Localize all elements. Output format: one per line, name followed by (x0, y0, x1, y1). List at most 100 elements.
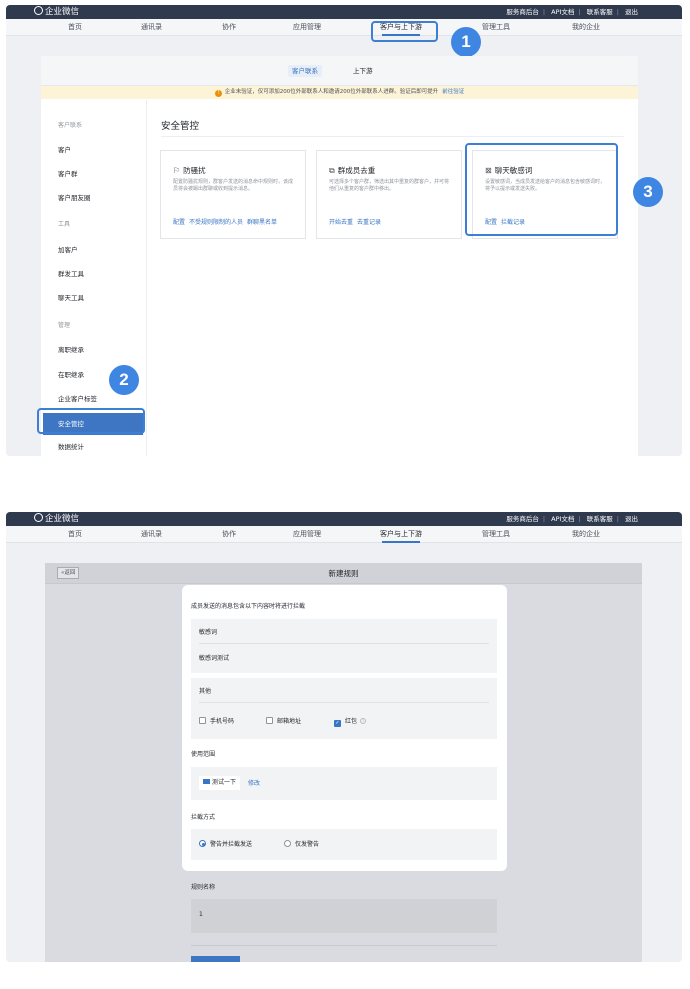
link-support[interactable]: 联系客服 (587, 515, 613, 523)
intercept-label: 成员发送的消息包含以下内容时将进行拦截 (191, 603, 306, 610)
main-nav: 首页 通讯录 协作 应用管理 客户与上下游 管理工具 我的企业 (6, 19, 682, 36)
sidebar-item-groups[interactable]: 客户群 (58, 169, 78, 179)
main-panel: 客户联系 上下游 ! 企业未验证，仅可添加200位外部联系人和邀请200位外部联系… (41, 56, 638, 456)
sidebar-item-moments[interactable]: 客户朋友圈 (58, 193, 91, 203)
screenshot-security-control: 企业微信 服务商后台 | API文档 | 联系客服 | 退出 首页 通讯录 协作 应用… (6, 5, 682, 456)
other-box: 其他 手机号码 邮箱地址 ✓ 红包? (191, 678, 497, 739)
radio-icon (284, 840, 291, 847)
rule-title: 新建规则 (328, 569, 359, 578)
rule-name-input[interactable]: 1 (191, 899, 497, 933)
app-name: 企业微信 (45, 514, 80, 524)
link-dedupe-log[interactable]: 去重记录 (357, 219, 381, 226)
link-configure[interactable]: 配置 (173, 219, 185, 226)
checkbox-label: 手机号码 (210, 718, 235, 725)
nav-apps[interactable]: 应用管理 (293, 529, 321, 540)
sensitive-words-label: 敏感词 (199, 629, 218, 636)
link-exempt-members[interactable]: 不受规则限制的人员 (189, 219, 243, 226)
sidebar-group-tools: 工具 (58, 221, 71, 228)
app-name: 企业微信 (45, 7, 80, 17)
link-api-docs[interactable]: API文档 (551, 8, 574, 16)
brand: 企业微信 (34, 6, 79, 18)
checkbox-icon (199, 717, 206, 724)
radio-warn-only[interactable]: 仅发警告 (284, 840, 319, 849)
step-badge-1: 1 (451, 27, 481, 57)
link-support[interactable]: 联系客服 (587, 8, 613, 16)
sidebar-item-stats[interactable]: 数据统计 (58, 442, 84, 452)
radio-warn-and-block[interactable]: 警告并拦截发送 (199, 840, 252, 849)
nav-home[interactable]: 首页 (68, 529, 82, 540)
scope-label: 使用范围 (191, 751, 216, 758)
link-blacklist[interactable]: 群聊黑名单 (247, 219, 277, 226)
checkbox-icon (266, 717, 273, 724)
main-nav: 首页 通讯录 协作 应用管理 客户与上下游 管理工具 我的企业 (6, 526, 682, 543)
page-title: 安全管控 (161, 121, 200, 132)
other-label: 其他 (199, 688, 212, 695)
nav-customers[interactable]: 客户与上下游 (380, 529, 422, 543)
top-links: 服务商后台 | API文档 | 联系客服 | 退出 (506, 8, 638, 16)
divider (161, 136, 624, 137)
nav-tools[interactable]: 管理工具 (482, 529, 510, 540)
link-provider-console[interactable]: 服务商后台 (506, 515, 539, 523)
sidebar-item-resign-transfer[interactable]: 离职继承 (58, 345, 84, 355)
sidebar-item-tags[interactable]: 企业客户标签 (58, 394, 97, 404)
nav-contacts[interactable]: 通讯录 (141, 22, 162, 33)
rule-name-label: 规则名称 (191, 884, 216, 891)
brand: 企业微信 (34, 513, 79, 525)
save-button[interactable] (191, 956, 240, 962)
verify-link[interactable]: 前往验证 (442, 89, 464, 95)
scope-tag: 测试一下 (199, 776, 241, 790)
nav-tools[interactable]: 管理工具 (482, 22, 510, 33)
nav-contacts[interactable]: 通讯录 (141, 529, 162, 540)
nav-apps[interactable]: 应用管理 (293, 22, 321, 33)
checkbox-email[interactable]: 邮箱地址 (266, 717, 301, 726)
card-links: 开始去重 去重记录 (329, 218, 385, 227)
top-links: 服务商后台 | API文档 | 联系客服 | 退出 (506, 515, 638, 523)
card-title: ⧉ 群成员去重 (329, 165, 375, 176)
link-start-dedupe[interactable]: 开始去重 (329, 219, 353, 226)
flag-icon: ⚐ (173, 166, 181, 175)
sidebar-item-customers[interactable]: 客户 (58, 145, 71, 155)
mode-box: 警告并拦截发送 仅发警告 (191, 829, 497, 860)
sidebar-item-onjob-transfer[interactable]: 在职继承 (58, 370, 84, 380)
divider (191, 945, 497, 946)
sidebar-item-broadcast[interactable]: 群发工具 (58, 269, 84, 279)
link-provider-console[interactable]: 服务商后台 (506, 8, 539, 16)
link-api-docs[interactable]: API文档 (551, 515, 574, 523)
nav-home[interactable]: 首页 (68, 22, 82, 33)
rule-header: «返回 新建规则 (45, 563, 642, 584)
sidebar-item-chat-tools[interactable]: 聊天工具 (58, 293, 84, 303)
nav-collab[interactable]: 协作 (222, 22, 236, 33)
screenshot-new-rule: 企业微信 服务商后台 | API文档 | 联系客服 | 退出 首页 通讯录 协作 应用… (6, 512, 682, 962)
nav-my-company[interactable]: 我的企业 (572, 529, 600, 540)
scope-tag-text: 测试一下 (212, 779, 237, 786)
sensitive-words-value[interactable]: 敏感词测试 (199, 654, 229, 663)
rule-form-card: 成员发送的消息包含以下内容时将进行拦截 敏感词 敏感词测试 其他 手机号码 邮箱… (182, 585, 507, 871)
rule-editor-area: «返回 新建规则 成员发送的消息包含以下内容时将进行拦截 敏感词 敏感词测试 其… (45, 563, 642, 962)
wecom-logo-icon (34, 6, 43, 15)
link-logout[interactable]: 退出 (625, 8, 638, 16)
tab-upstream[interactable]: 上下游 (349, 65, 377, 77)
sidebar-item-add-customer[interactable]: 加客户 (58, 245, 78, 255)
card-title-text: 防骚扰 (183, 166, 206, 175)
checkbox-phone[interactable]: 手机号码 (199, 717, 234, 726)
help-icon[interactable]: ? (360, 718, 367, 724)
divider (199, 643, 489, 644)
checkbox-red-packet[interactable]: ✓ 红包? (334, 717, 367, 727)
radio-label: 警告并拦截发送 (210, 841, 253, 848)
card-title: ⚐ 防骚扰 (173, 165, 206, 176)
tab-customer-contact[interactable]: 客户联系 (288, 65, 322, 77)
nav-my-company[interactable]: 我的企业 (572, 22, 600, 33)
highlight-nav (371, 21, 438, 42)
checkbox-checked-icon: ✓ (334, 720, 341, 727)
sidebar-group-contact: 客户联系 (58, 122, 83, 129)
card-dedupe: ⧉ 群成员去重 可选择多个客户群，筛选出其中重复的群客户，并可将他们从重复的客户群… (316, 150, 462, 239)
nav-collab[interactable]: 协作 (222, 529, 236, 540)
sub-tabs: 客户联系 上下游 (41, 56, 638, 86)
checkbox-label: 邮箱地址 (277, 718, 302, 725)
scope-box: 测试一下 修改 (191, 767, 497, 800)
sensitive-words-box: 敏感词 敏感词测试 (191, 619, 497, 673)
link-logout[interactable]: 退出 (625, 515, 638, 523)
scope-edit-link[interactable]: 修改 (248, 779, 260, 788)
mode-label: 拦截方式 (191, 814, 216, 821)
wecom-logo-icon (34, 513, 43, 522)
